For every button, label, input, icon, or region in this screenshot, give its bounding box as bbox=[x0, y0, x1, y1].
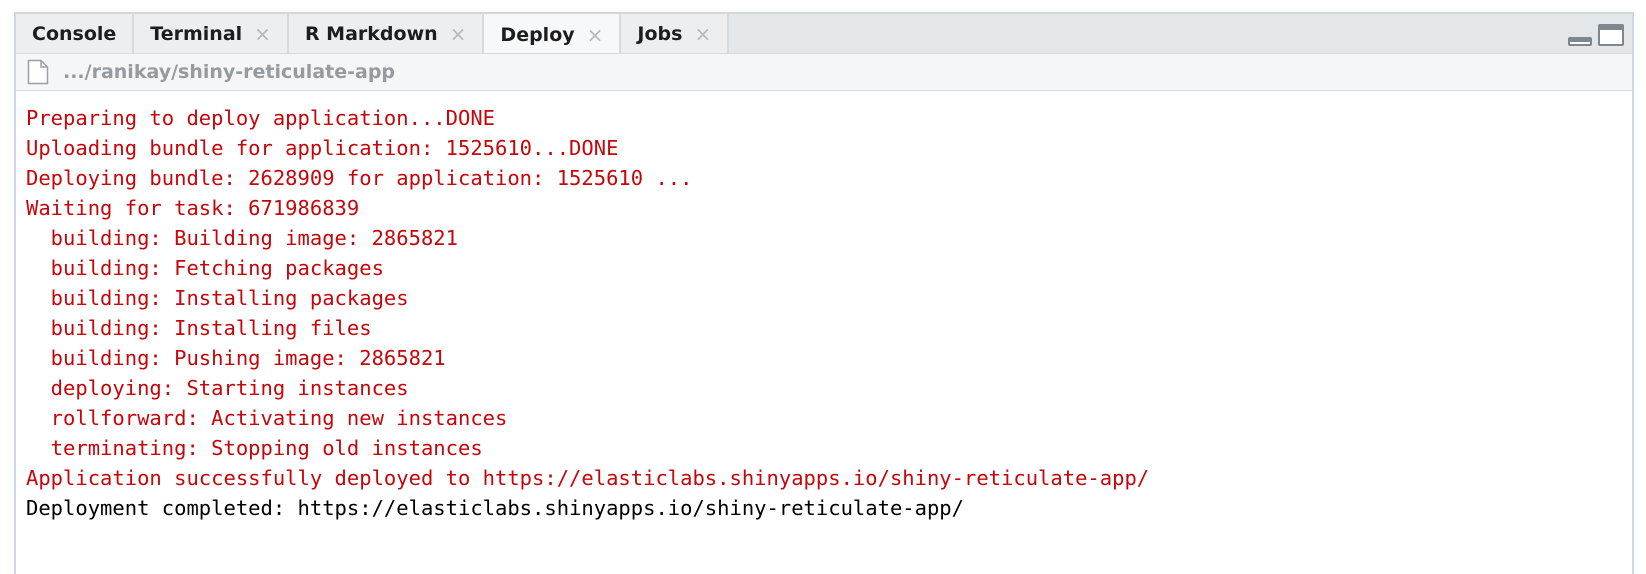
output-line: building: Fetching packages bbox=[26, 256, 384, 280]
output-line: building: Installing packages bbox=[26, 286, 409, 310]
output-line: terminating: Stopping old instances bbox=[26, 436, 483, 460]
output-line: building: Pushing image: 2865821 bbox=[26, 346, 446, 370]
working-directory-path: .../ranikay/shiny-reticulate-app bbox=[63, 61, 396, 83]
deploy-output[interactable]: Preparing to deploy application...DONE Up… bbox=[16, 91, 1632, 571]
output-line: Application successfully deployed to htt… bbox=[26, 466, 1150, 490]
output-line: building: Installing files bbox=[26, 316, 372, 340]
window-controls bbox=[1568, 24, 1624, 46]
tab-label: Terminal bbox=[150, 22, 243, 45]
tab-label: Deploy bbox=[500, 23, 575, 46]
tab-list: Console Terminal × R Markdown × Deploy ×… bbox=[16, 14, 730, 55]
close-icon[interactable]: × bbox=[694, 24, 711, 44]
output-line: Uploading bundle for application: 152561… bbox=[26, 136, 619, 160]
output-line: Deploying bundle: 2628909 for applicatio… bbox=[26, 166, 693, 190]
output-line: Deployment completed: https://elasticlab… bbox=[26, 496, 964, 520]
close-icon[interactable]: × bbox=[450, 24, 467, 44]
tab-jobs[interactable]: Jobs × bbox=[621, 14, 730, 53]
minimize-icon[interactable] bbox=[1568, 37, 1592, 46]
deploy-pane: Console Terminal × R Markdown × Deploy ×… bbox=[14, 12, 1634, 574]
output-line: deploying: Starting instances bbox=[26, 376, 409, 400]
maximize-icon[interactable] bbox=[1598, 24, 1624, 46]
tab-label: Console bbox=[32, 22, 117, 45]
output-line: Preparing to deploy application...DONE bbox=[26, 106, 495, 130]
tab-terminal[interactable]: Terminal × bbox=[134, 14, 289, 53]
tab-deploy[interactable]: Deploy × bbox=[484, 14, 622, 55]
tab-label: R Markdown bbox=[304, 22, 438, 45]
tab-bar: Console Terminal × R Markdown × Deploy ×… bbox=[16, 12, 1632, 55]
output-line: rollforward: Activating new instances bbox=[26, 406, 508, 430]
path-bar: .../ranikay/shiny-reticulate-app bbox=[16, 53, 1632, 91]
close-icon[interactable]: × bbox=[587, 25, 604, 45]
tab-r-markdown[interactable]: R Markdown × bbox=[288, 14, 485, 53]
tab-console[interactable]: Console bbox=[16, 14, 135, 53]
tab-label: Jobs bbox=[637, 22, 683, 45]
output-line: building: Building image: 2865821 bbox=[26, 226, 458, 250]
output-line: Waiting for task: 671986839 bbox=[26, 196, 360, 220]
close-icon[interactable]: × bbox=[254, 24, 271, 44]
file-icon bbox=[27, 59, 49, 85]
